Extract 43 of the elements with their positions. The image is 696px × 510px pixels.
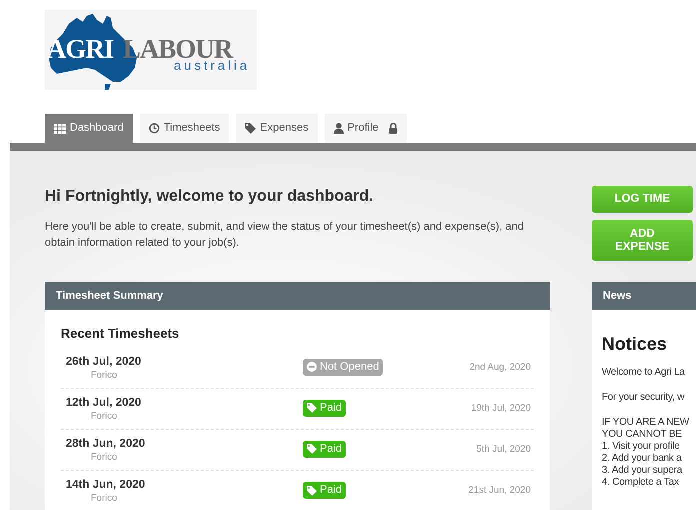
notice-text: Welcome to Agri La xyxy=(602,367,685,379)
week-date: 26th Jul, 2020 xyxy=(66,354,142,368)
pay-date: 19th Jul, 2020 xyxy=(471,402,532,416)
client-name: Forico xyxy=(90,492,118,505)
nav-tab[interactable]: Dashboard xyxy=(45,114,133,143)
notice-text: IF YOU ARE A NEW xyxy=(602,417,690,429)
notice-text: 2. Add your bank a xyxy=(602,453,682,465)
notice-text: YOU CANNOT BE xyxy=(602,429,682,441)
tag-icon xyxy=(307,403,317,413)
notices-heading: Notices xyxy=(602,333,668,355)
week-date: 12th Jul, 2020 xyxy=(66,396,142,410)
minus-circle-icon xyxy=(307,362,317,372)
panel-header: News xyxy=(592,282,696,310)
status-badge: Not Opened xyxy=(303,358,384,376)
client-name: Forico xyxy=(90,450,118,464)
welcome-heading: Hi Fortnightly, welcome to your dashboard. xyxy=(45,187,375,207)
notice-text: For your security, w xyxy=(602,392,684,404)
client-name: Forico xyxy=(90,368,118,382)
section-title: Recent Timesheets xyxy=(61,326,180,342)
notice-text: 1. Visit your profile xyxy=(602,441,680,453)
tag-icon xyxy=(307,444,317,454)
tag-icon xyxy=(245,123,256,134)
panel-header: Timesheet Summary xyxy=(45,282,550,310)
status-badge: Paid xyxy=(303,482,346,499)
user-icon xyxy=(334,123,344,134)
status-badge: Paid xyxy=(303,400,346,416)
notice-text: 3. Add your supera xyxy=(602,465,682,477)
week-date: 14th Jun, 2020 xyxy=(66,478,146,492)
clock-icon xyxy=(148,123,160,134)
grid-icon xyxy=(54,124,66,134)
welcome-text: Here you'll be able to create, submit, and view the status of your timesheet(s) and expense(s), and obtain information related to your job(s). xyxy=(45,220,526,251)
status-badge: Paid xyxy=(303,440,346,458)
nav-tab[interactable]: Timesheets xyxy=(140,114,230,143)
logo-australia-text: australia xyxy=(174,59,250,72)
pay-date: 5th Jul, 2020 xyxy=(476,442,532,457)
pay-date: 2nd Aug, 2020 xyxy=(470,360,532,375)
client-name: Forico xyxy=(90,410,118,422)
nav-tab[interactable]: Expenses xyxy=(236,114,318,143)
tag-icon xyxy=(307,486,317,496)
pay-date: 21st Jun, 2020 xyxy=(468,484,532,498)
week-date: 28th Jun, 2020 xyxy=(66,436,146,450)
nav-tab[interactable]: Profile xyxy=(324,114,407,143)
notice-text: 4. Complete a Tax xyxy=(602,477,680,489)
